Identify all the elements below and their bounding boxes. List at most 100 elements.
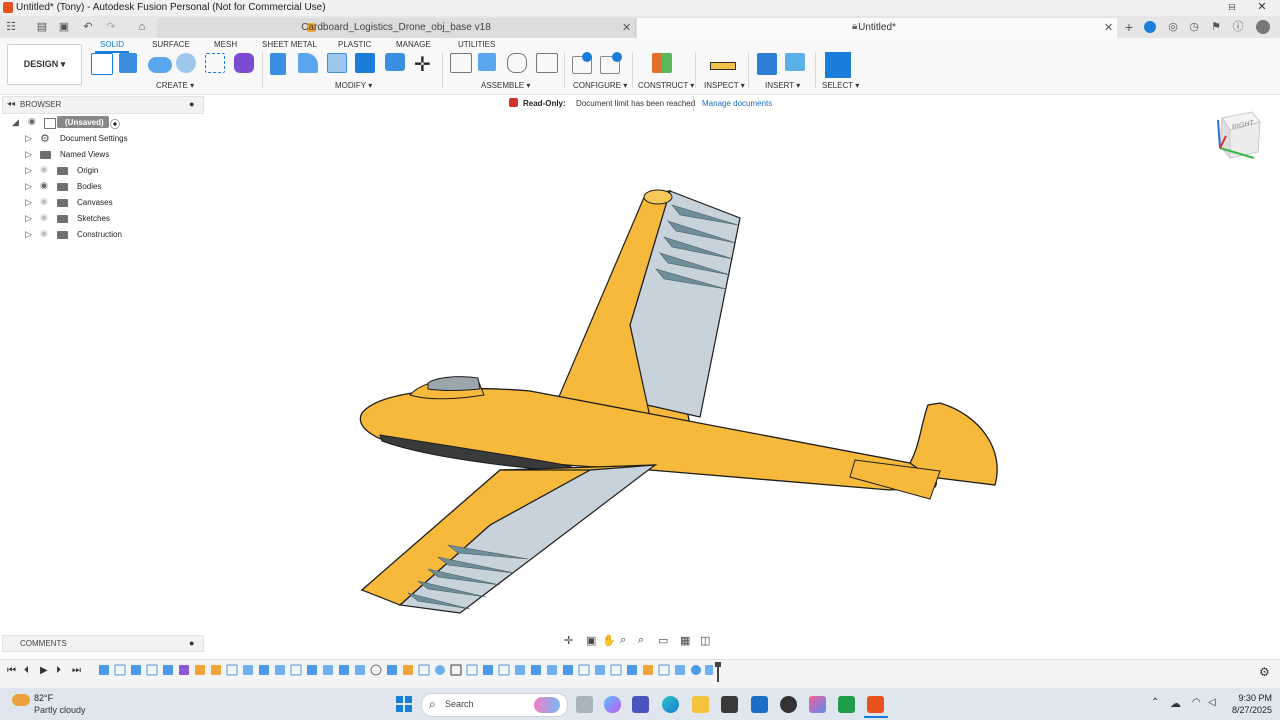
taskbar-search-box[interactable]: ⌕ Search xyxy=(421,693,568,717)
manage-documents-link[interactable]: Manage documents xyxy=(702,99,772,108)
visibility-eye-icon[interactable]: ◉ xyxy=(40,180,48,191)
zoom-window-icon[interactable]: ⌕ xyxy=(638,634,644,647)
tab-sheet-metal[interactable]: SHEET METAL xyxy=(262,40,317,49)
inspect-menu[interactable]: INSPECT ▾ xyxy=(704,81,745,90)
construct-menu[interactable]: CONSTRUCT ▾ xyxy=(638,81,694,90)
timeline-settings-icon[interactable]: ⚙ xyxy=(1259,665,1270,679)
expand-triangle-icon[interactable]: ▷ xyxy=(25,197,32,208)
wifi-icon[interactable]: ◠ xyxy=(1192,697,1201,708)
cloud-icon[interactable]: ☁ xyxy=(1170,697,1181,710)
collapse-panel-icon[interactable]: ◂◂ xyxy=(7,99,15,108)
step-forward-icon[interactable]: ⏵ xyxy=(56,665,61,676)
panel-toggle-icon[interactable]: ● xyxy=(189,99,194,109)
glider-model[interactable] xyxy=(350,185,1010,615)
select-menu[interactable]: SELECT ▾ xyxy=(822,81,859,90)
new-component-icon[interactable] xyxy=(450,53,472,73)
volume-icon[interactable]: ◁ xyxy=(1208,697,1216,708)
clock-date[interactable]: 8/27/2025 xyxy=(1224,705,1272,715)
as-built-joint-icon[interactable] xyxy=(507,53,527,73)
add-comment-icon[interactable]: ● xyxy=(189,638,194,648)
form-icon[interactable] xyxy=(234,53,254,73)
viewports-icon[interactable]: ◫ xyxy=(700,634,710,647)
fusion-taskbar-icon[interactable] xyxy=(867,696,884,713)
tab-solid[interactable]: SOLID xyxy=(100,40,124,49)
edge-icon[interactable] xyxy=(662,696,679,713)
browser-item-sketches[interactable]: ▷ ◉ Sketches xyxy=(0,211,210,227)
visibility-eye-icon[interactable]: ◉ xyxy=(40,196,48,207)
step-back-icon[interactable]: ⏴ xyxy=(24,665,29,676)
workspace-switcher-button[interactable]: DESIGN ▾ xyxy=(7,44,82,85)
insert-derive-icon[interactable] xyxy=(757,53,777,75)
tab-mesh[interactable]: MESH xyxy=(214,40,237,49)
extrude-icon[interactable] xyxy=(119,53,137,73)
windows-start-icon[interactable] xyxy=(396,696,412,712)
grid-settings-icon[interactable]: ▦ xyxy=(680,634,690,647)
browser-root-row[interactable]: ◢ ◉ (Unsaved) ⦿ xyxy=(0,115,210,131)
undo-icon[interactable]: ↶ xyxy=(80,19,96,35)
visibility-eye-icon[interactable]: ◉ xyxy=(40,228,48,239)
browser-panel-header[interactable]: ◂◂ BROWSER ● xyxy=(2,96,204,114)
clock-icon[interactable]: ◷ xyxy=(1186,19,1202,35)
visibility-eye-icon[interactable]: ◉ xyxy=(28,116,36,127)
timeline-marker[interactable] xyxy=(715,662,721,682)
close-tab-icon[interactable]: ✕ xyxy=(622,21,631,34)
activate-radio-icon[interactable]: ⦿ xyxy=(110,116,120,131)
expand-triangle-icon[interactable]: ▷ xyxy=(25,213,32,224)
browser-item-named-views[interactable]: ▷ Named Views xyxy=(0,147,210,163)
expand-triangle-icon[interactable]: ▷ xyxy=(25,149,32,160)
create-menu[interactable]: CREATE ▾ xyxy=(156,81,194,90)
redo-icon[interactable]: ↷ xyxy=(103,19,119,35)
modify-menu[interactable]: MODIFY ▾ xyxy=(335,81,372,90)
copilot-icon[interactable] xyxy=(604,696,621,713)
file-menu-icon[interactable]: ▤ xyxy=(34,19,50,35)
pan-icon[interactable]: ✋ xyxy=(602,634,616,647)
move-icon[interactable]: ✛ xyxy=(414,52,431,77)
collapse-triangle-icon[interactable]: ◢ xyxy=(12,117,19,128)
outlook-icon[interactable] xyxy=(751,696,768,713)
measure-icon[interactable] xyxy=(710,62,736,70)
file-explorer-icon[interactable] xyxy=(692,696,709,713)
new-tab-icon[interactable]: + xyxy=(1121,19,1137,35)
visibility-eye-icon[interactable]: ◉ xyxy=(40,212,48,223)
browser-item-construction[interactable]: ▷ ◉ Construction xyxy=(0,227,210,243)
avatar[interactable] xyxy=(1256,20,1270,34)
tab-utilities[interactable]: UTILITIES xyxy=(458,40,495,49)
tab-cardboard-drone[interactable]: Cardboard_Logistics_Drone_obj_base v18 ✕ xyxy=(157,18,636,38)
weather-temperature[interactable]: 82°F xyxy=(34,693,53,703)
align-icon[interactable] xyxy=(385,53,405,71)
offset-plane-icon[interactable] xyxy=(652,53,672,73)
job-status-icon[interactable]: ◎ xyxy=(1165,19,1181,35)
shell-icon[interactable] xyxy=(327,53,347,73)
expand-triangle-icon[interactable]: ▷ xyxy=(25,133,32,144)
store-icon[interactable] xyxy=(721,696,738,713)
maximize-button[interactable]: □ xyxy=(1217,0,1247,16)
select-icon[interactable] xyxy=(825,52,851,78)
notifications-icon[interactable]: ⚑ xyxy=(1208,19,1224,35)
home-icon[interactable]: ⌂ xyxy=(134,19,150,35)
configure-menu[interactable]: CONFIGURE ▾ xyxy=(573,81,627,90)
show-hidden-icons-icon[interactable]: ⌃ xyxy=(1151,697,1159,708)
zoom-icon[interactable]: ⌕ xyxy=(620,634,626,647)
pattern-icon[interactable] xyxy=(205,53,225,73)
orbit-icon[interactable]: ✛ xyxy=(564,634,573,647)
tab-manage[interactable]: MANAGE xyxy=(396,40,431,49)
weather-icon[interactable] xyxy=(12,694,30,706)
close-window-button[interactable]: ✕ xyxy=(1247,0,1277,16)
tab-surface[interactable]: SURFACE xyxy=(152,40,190,49)
help-icon[interactable]: ⓘ xyxy=(1230,19,1246,35)
look-at-icon[interactable]: ▣ xyxy=(586,634,596,647)
dell-icon[interactable] xyxy=(780,696,797,713)
task-view-icon[interactable] xyxy=(576,696,593,713)
revolve-icon[interactable] xyxy=(148,57,172,73)
expand-triangle-icon[interactable]: ▷ xyxy=(25,181,32,192)
browser-item-bodies[interactable]: ▷ ◉ Bodies xyxy=(0,179,210,195)
view-cube[interactable]: RIGHT xyxy=(1212,108,1262,164)
tab-plastic[interactable]: PLASTIC xyxy=(338,40,371,49)
expand-triangle-icon[interactable]: ▷ xyxy=(25,165,32,176)
clock-time[interactable]: 9:30 PM xyxy=(1228,693,1272,703)
joint-origin-icon[interactable] xyxy=(536,53,558,73)
insert-canvas-icon[interactable] xyxy=(785,53,805,71)
go-to-end-icon[interactable]: ⏭ xyxy=(72,665,81,676)
display-settings-icon[interactable]: ▭ xyxy=(658,634,668,647)
extensions-icon[interactable] xyxy=(1144,21,1156,33)
